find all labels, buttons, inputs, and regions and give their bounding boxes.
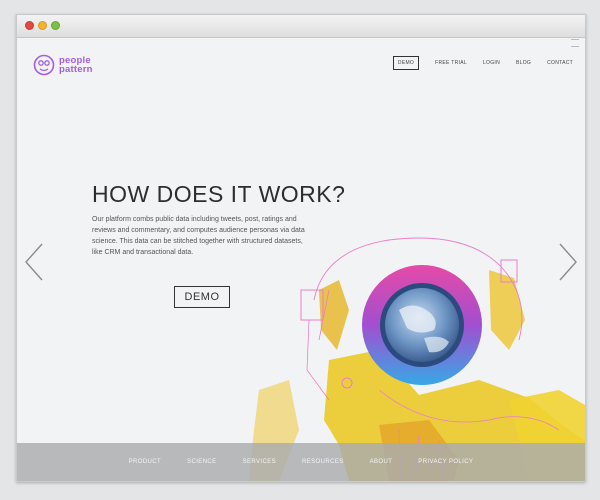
top-nav: DEMO FREE TRIAL LOGIN BLOG CONTACT [392,56,573,70]
footer-product[interactable]: PRODUCT [129,459,161,465]
nav-free-trial[interactable]: FREE TRIAL [435,60,467,66]
demo-button[interactable]: DEMO [174,286,230,308]
logo-icon [33,54,55,76]
footer-privacy-policy[interactable]: PRIVACY POLICY [418,459,473,465]
footer-services[interactable]: SERVICES [243,459,276,465]
hero-description: Our platform combs public data including… [92,216,305,256]
nav-blog[interactable]: BLOG [516,60,531,66]
chevron-right-icon[interactable] [557,242,579,282]
minimize-window-button[interactable] [38,21,47,30]
footer-science[interactable]: SCIENCE [187,459,216,465]
logo-line-2: pattern [59,64,93,75]
footer-nav: PRODUCT SCIENCE SERVICES RESOURCES ABOUT… [17,443,585,481]
resize-handle[interactable] [571,39,579,47]
window-titlebar [17,15,585,38]
close-window-button[interactable] [25,21,34,30]
browser-window: people pattern DEMO FREE TRIAL LOGIN BLO… [16,14,586,482]
footer-about[interactable]: ABOUT [370,459,393,465]
chevron-left-icon[interactable] [23,242,45,282]
nav-login[interactable]: LOGIN [483,60,500,66]
footer-resources[interactable]: RESOURCES [302,459,344,465]
maximize-window-button[interactable] [51,21,60,30]
logo-text: people pattern [59,56,93,75]
nav-contact[interactable]: CONTACT [547,60,573,66]
hero-title: HOW DOES IT WORK? [92,181,346,207]
nav-demo[interactable]: DEMO [392,56,420,70]
people-pattern-logo[interactable]: people pattern [33,53,93,77]
